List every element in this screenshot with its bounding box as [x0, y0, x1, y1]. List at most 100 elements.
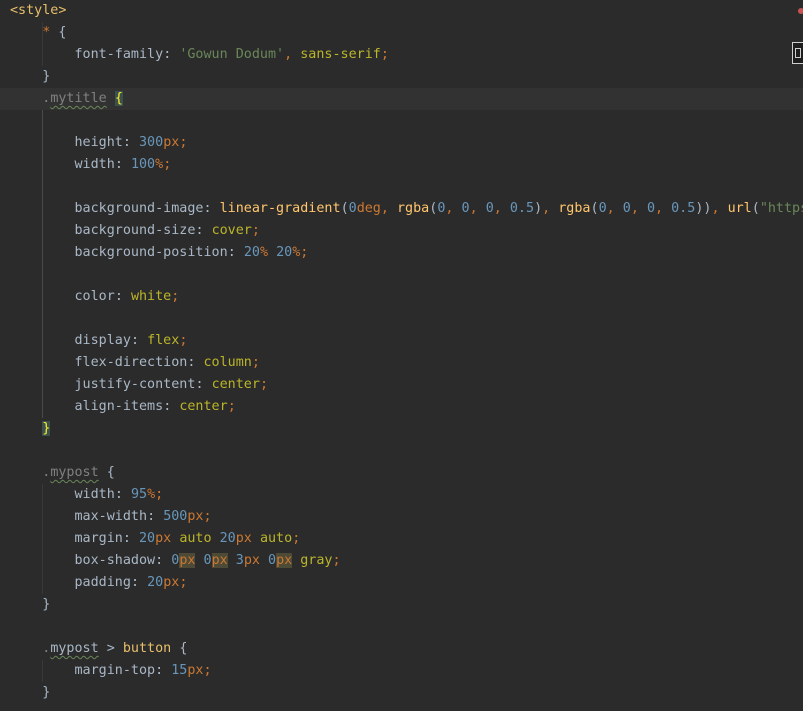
code-line[interactable]: width: 95%; — [0, 484, 803, 506]
colon: : — [130, 575, 139, 590]
value: center — [179, 399, 228, 414]
colon: : — [203, 201, 212, 216]
value: sans-serif — [300, 47, 381, 62]
code-editor[interactable]: <style> * { font-family: 'Gowun Dodum', … — [0, 0, 803, 711]
brace: } — [42, 597, 51, 612]
colon: : — [147, 509, 156, 524]
code-line[interactable]: max-width: 500px; — [0, 506, 803, 528]
code-line[interactable]: <style> — [0, 0, 803, 22]
function: rgba — [397, 201, 430, 216]
comma: , — [380, 201, 389, 216]
function: rgba — [558, 201, 591, 216]
number: 20 — [219, 531, 236, 546]
code-line[interactable]: margin-top: 15px; — [0, 660, 803, 682]
code-line[interactable]: box-shadow: 0px 0px 3px 0px gray; — [0, 550, 803, 572]
colon: : — [114, 289, 123, 304]
code-line[interactable] — [0, 110, 803, 132]
code-line-current[interactable]: .mytitle { — [0, 88, 803, 110]
code-line[interactable] — [0, 308, 803, 330]
value: auto — [179, 531, 212, 546]
number: 20 — [243, 245, 260, 260]
unit: px — [163, 135, 180, 150]
code-line[interactable]: color: white; — [0, 286, 803, 308]
property: height — [74, 135, 123, 150]
brace: { — [58, 25, 67, 40]
code-line[interactable]: background-position: 20% 20%; — [0, 242, 803, 264]
colon: : — [130, 333, 139, 348]
code-line[interactable]: margin: 20px auto 20px auto; — [0, 528, 803, 550]
number: 0 — [203, 553, 212, 568]
unit-warning: px — [211, 553, 228, 568]
combinator: > — [106, 641, 115, 656]
tag-selector: button — [122, 641, 172, 656]
comma: , — [284, 47, 293, 62]
code-line[interactable]: display: flex; — [0, 330, 803, 352]
brace-highlight: } — [42, 421, 51, 436]
code-line[interactable]: } — [0, 418, 803, 440]
code-line[interactable]: } — [0, 594, 803, 616]
semicolon: ; — [251, 223, 260, 238]
property: font-family — [74, 47, 164, 62]
code-line[interactable]: background-image: linear-gradient(0deg, … — [0, 198, 803, 220]
brace: } — [42, 685, 51, 700]
brace: { — [179, 641, 188, 656]
colon: : — [187, 355, 196, 370]
code-line[interactable]: flex-direction: column; — [0, 352, 803, 374]
semicolon: ; — [251, 355, 260, 370]
number: 0 — [622, 201, 631, 216]
code-line[interactable]: .mypost { — [0, 462, 803, 484]
code-line[interactable] — [0, 440, 803, 462]
brace-highlight: { — [114, 91, 123, 106]
code-line[interactable]: * { — [0, 22, 803, 44]
unit: px — [155, 531, 172, 546]
unit: px — [187, 663, 204, 678]
colon: : — [114, 487, 123, 502]
semicolon: ; — [179, 333, 188, 348]
code-line[interactable]: font-family: 'Gowun Dodum', sans-serif; — [0, 44, 803, 66]
semicolon: ; — [259, 377, 268, 392]
comma: , — [469, 201, 478, 216]
comma: , — [445, 201, 454, 216]
comma: , — [606, 201, 615, 216]
code-line[interactable]: background-size: cover; — [0, 220, 803, 242]
code-line[interactable]: height: 300px; — [0, 132, 803, 154]
colon: : — [195, 223, 204, 238]
paren: ( — [751, 201, 760, 216]
semicolon: ; — [203, 663, 212, 678]
property: max-width — [74, 509, 148, 524]
colon: : — [163, 47, 172, 62]
code-line[interactable] — [0, 616, 803, 638]
code-line[interactable]: } — [0, 682, 803, 704]
unit: px — [243, 553, 260, 568]
comma: , — [542, 201, 551, 216]
code-line[interactable]: .mypost > button { — [0, 638, 803, 660]
unit: % — [155, 157, 164, 172]
number: 0 — [646, 201, 655, 216]
code-line[interactable]: justify-content: center; — [0, 374, 803, 396]
code-line[interactable]: padding: 20px; — [0, 572, 803, 594]
semicolon: ; — [300, 245, 309, 260]
semicolon: ; — [179, 135, 188, 150]
number: 15 — [171, 663, 188, 678]
code-line[interactable] — [0, 264, 803, 286]
style-tag: <style> — [10, 3, 67, 18]
code-line[interactable]: width: 100%; — [0, 154, 803, 176]
code-line[interactable]: align-items: center; — [0, 396, 803, 418]
semicolon: ; — [155, 487, 164, 502]
comma: , — [711, 201, 720, 216]
number: 20 — [147, 575, 164, 590]
number: 0 — [598, 201, 607, 216]
number: 20 — [276, 245, 293, 260]
code-line[interactable]: } — [0, 66, 803, 88]
colon: : — [195, 377, 204, 392]
unit: px — [163, 575, 180, 590]
property: box-shadow — [74, 553, 156, 568]
value: gray — [300, 553, 333, 568]
number: 0 — [485, 201, 494, 216]
string-value: "https — [759, 201, 803, 216]
number: 0.5 — [509, 201, 535, 216]
semicolon: ; — [203, 509, 212, 524]
paren: ) — [534, 201, 543, 216]
code-line[interactable] — [0, 176, 803, 198]
value: cover — [211, 223, 252, 238]
